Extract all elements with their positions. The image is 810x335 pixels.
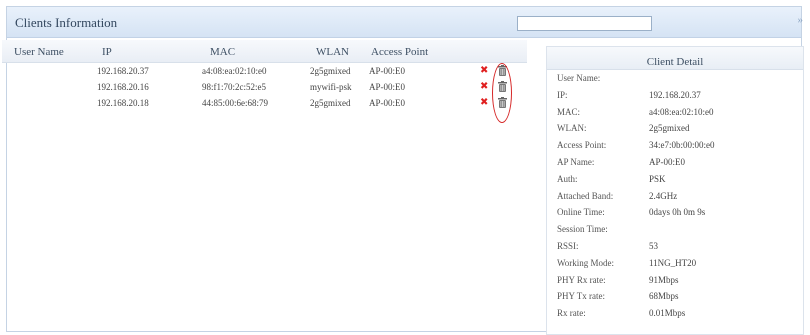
detail-label: User Name:	[557, 73, 601, 83]
detail-value: 11NG_HT20	[649, 257, 697, 268]
detail-label: Session Time:	[557, 224, 608, 235]
detail-value: 2.4GHz	[649, 190, 678, 201]
column-mac[interactable]: MAC	[210, 46, 235, 58]
detail-value: 68Mbps	[649, 291, 679, 302]
cell-ip: 192.168.20.18	[97, 98, 149, 108]
detail-label: RSSI:	[557, 240, 579, 251]
clients-table: User Name IP MAC WLAN Access Point 192.1…	[2, 40, 527, 111]
delete-icon[interactable]: ✖	[480, 65, 488, 77]
detail-value: AP-00:E0	[649, 156, 685, 167]
detail-row: User Name:	[547, 70, 803, 87]
detail-row: Session Time:	[547, 221, 803, 238]
cell-wlan: 2g5gmixed	[310, 98, 351, 108]
detail-label: PHY Tx rate:	[557, 291, 605, 302]
detail-label: PHY Rx rate:	[557, 274, 606, 285]
detail-row: Access Point: 34:e7:0b:00:00:e0	[547, 137, 803, 154]
detail-value: 34:e7:0b:00:00:e0	[649, 140, 715, 151]
column-wlan[interactable]: WLAN	[316, 46, 349, 58]
column-ip[interactable]: IP	[102, 46, 112, 58]
detail-label: Working Mode:	[557, 257, 615, 268]
detail-label: WLAN:	[557, 123, 587, 134]
delete-icon[interactable]: ✖	[480, 97, 488, 109]
detail-value: 192.168.20.37	[649, 89, 701, 100]
detail-row: RSSI: 53	[547, 238, 803, 255]
table-row[interactable]: 192.168.20.16 98:f1:70:2c:52:e5 mywifi-psk…	[2, 79, 527, 95]
detail-label: AP Name:	[557, 156, 595, 167]
detail-value: 91Mbps	[649, 274, 679, 285]
detail-row: AP Name: AP-00:E0	[547, 154, 803, 171]
detail-label: Rx rate:	[557, 308, 586, 319]
detail-row: Rx rate: 0.01Mbps	[547, 305, 803, 322]
detail-row: WLAN: 2g5gmixed	[547, 120, 803, 137]
detail-row: Working Mode: 11NG_HT20	[547, 255, 803, 272]
detail-label: Auth:	[557, 173, 578, 184]
table-body: 192.168.20.37 a4:08:ea:02:10:e0 2g5gmixed A…	[2, 63, 527, 111]
detail-label: Online Time:	[557, 207, 605, 218]
detail-value: a4:08:ea:02:10:e0	[649, 106, 714, 117]
detail-label: Access Point:	[557, 140, 607, 151]
collapse-icon[interactable]: »	[798, 14, 804, 26]
cell-mac: 98:f1:70:2c:52:e5	[202, 82, 266, 92]
detail-value: 2g5gmixed	[649, 123, 690, 134]
client-detail-title: Client Detail	[646, 56, 704, 68]
cell-access-point: AP-00:E0	[369, 66, 405, 76]
detail-row: IP: 192.168.20.37	[547, 87, 803, 104]
table-header: User Name IP MAC WLAN Access Point	[2, 40, 527, 63]
detail-value: 0.01Mbps	[649, 308, 686, 319]
cell-wlan: 2g5gmixed	[310, 66, 351, 76]
detail-row: PHY Rx rate: 91Mbps	[547, 272, 803, 289]
detail-label: IP:	[557, 89, 568, 100]
panel-header: Clients Information »	[7, 7, 804, 38]
delete-icon[interactable]: ✖	[480, 81, 488, 93]
client-detail-header: Client Detail	[547, 47, 803, 70]
detail-row: Attached Band: 2.4GHz	[547, 188, 803, 205]
detail-row: PHY Tx rate: 68Mbps	[547, 288, 803, 305]
detail-row: Online Time: 0days 0h 0m 9s	[547, 204, 803, 221]
highlight-annotation	[492, 63, 512, 123]
panel-title: Clients Information	[15, 15, 118, 30]
cell-access-point: AP-00:E0	[369, 98, 405, 108]
detail-value: PSK	[649, 173, 666, 184]
cell-mac: a4:08:ea:02:10:e0	[202, 66, 267, 76]
detail-row: Auth: PSK	[547, 171, 803, 188]
search-input[interactable]	[517, 16, 652, 31]
detail-row: MAC: a4:08:ea:02:10:e0	[547, 104, 803, 121]
table-row[interactable]: 192.168.20.18 44:85:00:6e:68:79 2g5gmixed A…	[2, 95, 527, 111]
table-row[interactable]: 192.168.20.37 a4:08:ea:02:10:e0 2g5gmixed A…	[2, 63, 527, 79]
client-detail-panel: Client Detail User Name: IP: 192.168.20.37…	[546, 46, 804, 335]
client-detail-fields: User Name: IP: 192.168.20.37 MAC: a4:08:ea:0…	[547, 70, 803, 322]
detail-label: Attached Band:	[557, 190, 614, 201]
column-user-name[interactable]: User Name	[14, 46, 64, 58]
cell-ip: 192.168.20.16	[97, 82, 149, 92]
detail-value: 53	[649, 240, 658, 251]
cell-access-point: AP-00:E0	[369, 82, 405, 92]
cell-wlan: mywifi-psk	[310, 82, 352, 92]
column-access-point[interactable]: Access Point	[371, 46, 428, 58]
cell-mac: 44:85:00:6e:68:79	[202, 98, 268, 108]
detail-value: 0days 0h 0m 9s	[649, 207, 706, 218]
detail-label: MAC:	[557, 106, 581, 117]
cell-ip: 192.168.20.37	[97, 66, 149, 76]
